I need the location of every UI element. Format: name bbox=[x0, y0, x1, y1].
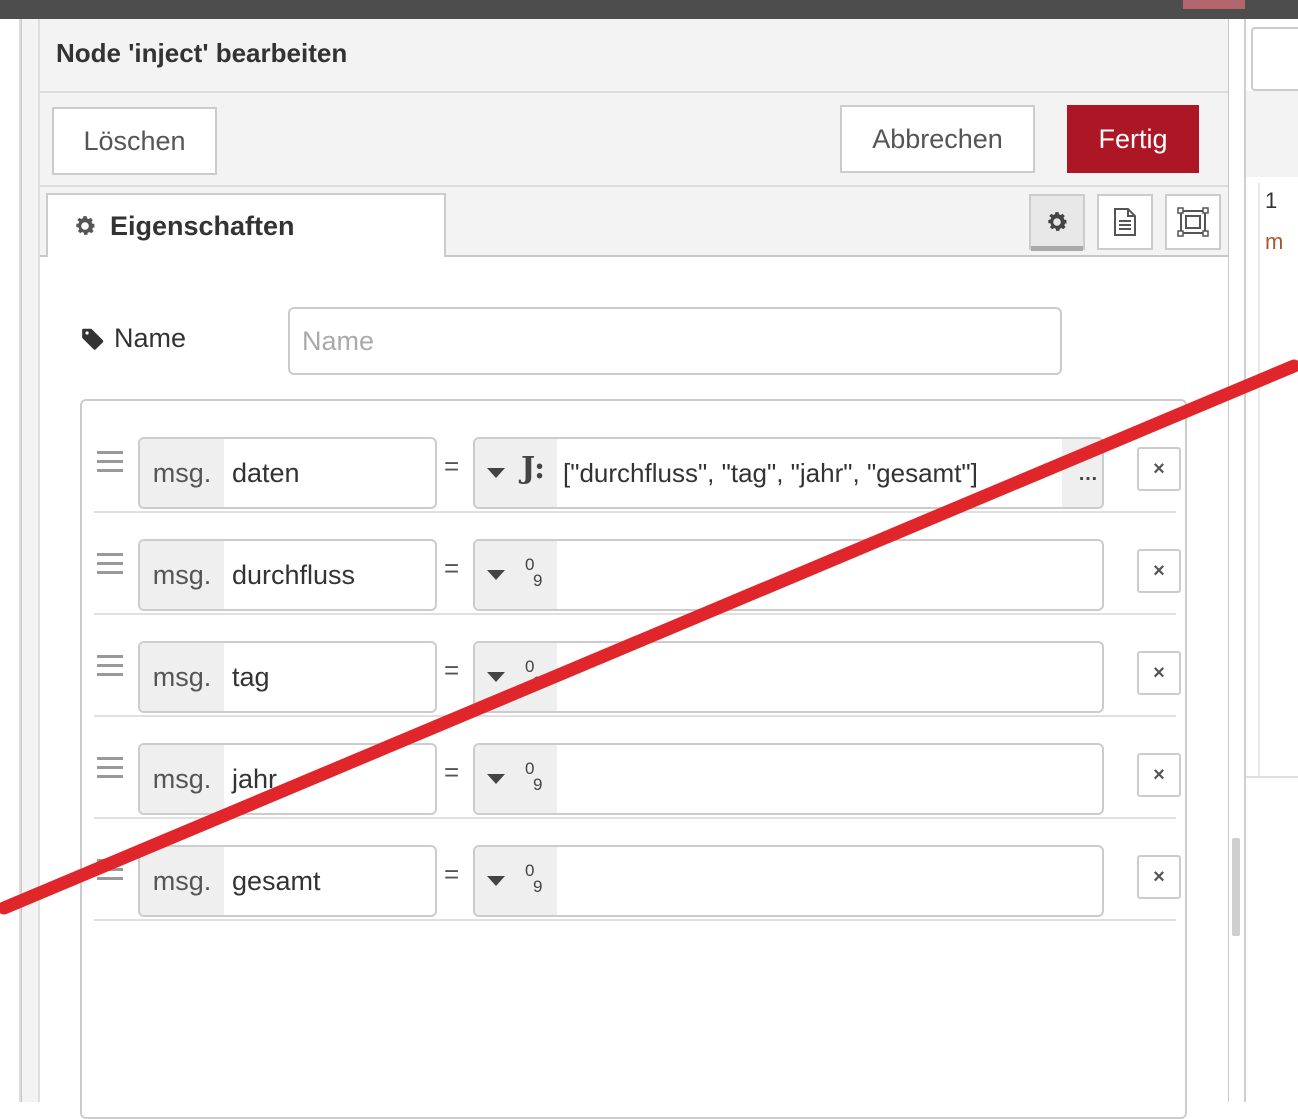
number-value[interactable] bbox=[557, 643, 565, 711]
property-input[interactable]: msg. durchfluss bbox=[138, 539, 437, 611]
delete-button[interactable]: Löschen bbox=[52, 107, 217, 175]
deploy-button-edge[interactable] bbox=[1183, 0, 1245, 9]
equals-sign: = bbox=[444, 655, 460, 685]
ellipsis-icon: … bbox=[1078, 463, 1098, 485]
property-name[interactable]: durchfluss bbox=[224, 541, 355, 609]
sidebar-divider bbox=[1258, 183, 1260, 778]
number-type-icon-sub: 9 bbox=[533, 673, 543, 692]
remove-button[interactable]: × bbox=[1137, 855, 1181, 899]
tray-title: Node 'inject' bearbeiten bbox=[56, 38, 348, 68]
tray-scrollbar[interactable] bbox=[1232, 838, 1240, 936]
msg-prefix: msg. bbox=[140, 439, 224, 507]
sidebar-text-2: m bbox=[1265, 229, 1284, 254]
title-divider bbox=[40, 91, 1228, 93]
settings-tab-button[interactable] bbox=[1029, 194, 1085, 250]
remove-button[interactable]: × bbox=[1137, 447, 1181, 491]
name-label: Name bbox=[80, 323, 186, 354]
type-select[interactable]: 0 9 bbox=[475, 643, 557, 711]
tab-label: Eigenschaften bbox=[110, 210, 295, 241]
caret-down-icon bbox=[487, 468, 505, 478]
equals-sign: = bbox=[444, 451, 460, 481]
list-item: msg. jahr = 0 9 × bbox=[94, 717, 1181, 819]
caret-down-icon bbox=[487, 570, 505, 580]
name-label-text: Name bbox=[114, 323, 187, 353]
equals-sign: = bbox=[444, 859, 460, 889]
remove-button[interactable]: × bbox=[1137, 549, 1181, 593]
done-button[interactable]: Fertig bbox=[1067, 105, 1199, 173]
type-select[interactable]: 0 9 bbox=[475, 541, 557, 609]
gear-icon bbox=[1044, 209, 1070, 235]
tab-properties[interactable]: Eigenschaften bbox=[46, 193, 446, 257]
property-list: msg. daten = J: ["durchfluss", "tag", "j… bbox=[80, 399, 1187, 1119]
caret-down-icon bbox=[487, 774, 505, 784]
type-select[interactable]: 0 9 bbox=[475, 847, 557, 915]
property-input[interactable]: msg. daten bbox=[138, 437, 437, 509]
document-icon bbox=[1112, 207, 1138, 237]
list-item: msg. tag = 0 9 × bbox=[94, 615, 1181, 717]
value-input[interactable]: 0 9 bbox=[473, 641, 1104, 713]
property-name[interactable]: gesamt bbox=[224, 847, 321, 915]
caret-down-icon bbox=[487, 876, 505, 886]
active-tab-indicator bbox=[1031, 246, 1083, 251]
type-select[interactable]: 0 9 bbox=[475, 745, 557, 813]
appearance-tab-button[interactable] bbox=[1165, 194, 1221, 250]
toolbar-divider bbox=[40, 185, 1228, 187]
number-type-icon-sub: 9 bbox=[533, 775, 543, 794]
sidebar-bottom bbox=[1246, 776, 1298, 1102]
value-input[interactable]: 0 9 bbox=[473, 845, 1104, 917]
msg-prefix: msg. bbox=[140, 847, 224, 915]
remove-button[interactable]: × bbox=[1137, 651, 1181, 695]
remove-button[interactable]: × bbox=[1137, 753, 1181, 797]
msg-prefix: msg. bbox=[140, 643, 224, 711]
drag-handle-icon[interactable] bbox=[97, 757, 123, 781]
tab-baseline-right bbox=[446, 255, 1228, 257]
sidebar-text-1: 1 bbox=[1265, 188, 1278, 213]
tag-icon bbox=[80, 326, 106, 352]
workspace-edge bbox=[0, 19, 20, 1102]
name-input[interactable] bbox=[288, 307, 1062, 375]
sidebar-toolbar bbox=[1246, 91, 1298, 177]
msg-prefix: msg. bbox=[140, 541, 224, 609]
type-select[interactable]: J: bbox=[475, 439, 557, 507]
drag-handle-icon[interactable] bbox=[97, 859, 123, 883]
number-value[interactable] bbox=[557, 745, 565, 813]
number-value[interactable] bbox=[557, 847, 565, 915]
property-input[interactable]: msg. jahr bbox=[138, 743, 437, 815]
equals-sign: = bbox=[444, 757, 460, 787]
property-name[interactable]: daten bbox=[224, 439, 300, 507]
number-value[interactable] bbox=[557, 541, 565, 609]
sidebar-tab[interactable] bbox=[1251, 27, 1298, 91]
cancel-button[interactable]: Abbrechen bbox=[840, 105, 1035, 173]
gear-icon bbox=[72, 213, 98, 239]
equals-sign: = bbox=[444, 553, 460, 583]
value-input[interactable]: J: ["durchfluss", "tag", "jahr", "gesamt… bbox=[473, 437, 1104, 509]
number-type-icon-sub: 9 bbox=[533, 877, 543, 896]
appearance-icon bbox=[1177, 207, 1209, 237]
drag-handle-icon[interactable] bbox=[97, 553, 123, 577]
list-item: msg. gesamt = 0 9 × bbox=[94, 819, 1181, 921]
json-type-icon: J: bbox=[521, 451, 546, 486]
property-name[interactable]: tag bbox=[224, 643, 270, 711]
description-tab-button[interactable] bbox=[1097, 194, 1153, 250]
msg-prefix: msg. bbox=[140, 745, 224, 813]
top-bar bbox=[0, 0, 1298, 19]
caret-down-icon bbox=[487, 672, 505, 682]
list-item: msg. durchfluss = 0 9 × bbox=[94, 513, 1181, 615]
number-type-icon-sub: 9 bbox=[533, 571, 543, 590]
value-input[interactable]: 0 9 bbox=[473, 539, 1104, 611]
property-input[interactable]: msg. gesamt bbox=[138, 845, 437, 917]
expand-editor-button[interactable]: … bbox=[1062, 439, 1102, 507]
value-input[interactable]: 0 9 bbox=[473, 743, 1104, 815]
drag-handle-icon[interactable] bbox=[97, 655, 123, 679]
drag-handle-icon[interactable] bbox=[97, 451, 123, 475]
property-input[interactable]: msg. tag bbox=[138, 641, 437, 713]
property-name[interactable]: jahr bbox=[224, 745, 277, 813]
json-value[interactable]: ["durchfluss", "tag", "jahr", "gesamt"] bbox=[557, 439, 978, 507]
list-item: msg. daten = J: ["durchfluss", "tag", "j… bbox=[94, 411, 1181, 513]
